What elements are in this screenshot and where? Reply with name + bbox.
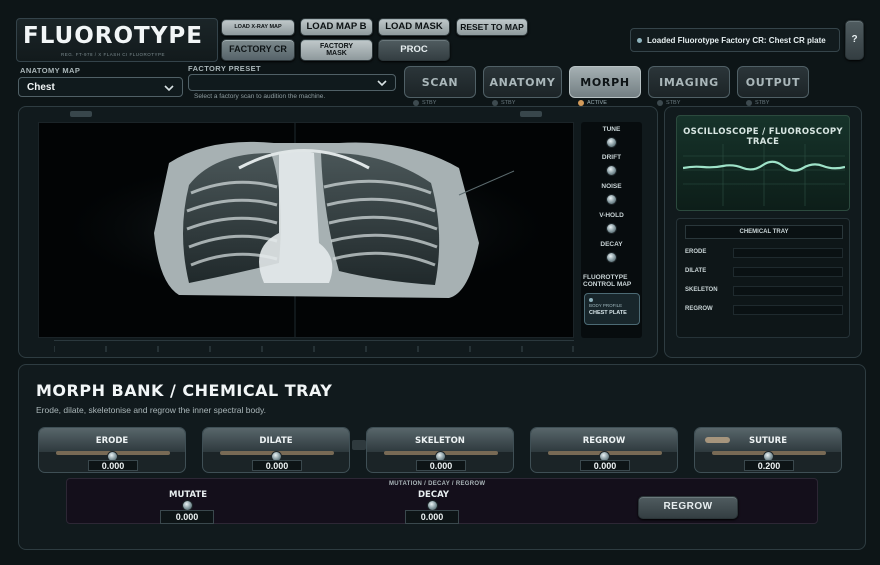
factory-mask-button[interactable]: FACTORY MASK (300, 39, 373, 61)
status-text: Loaded Fluorotype Factory CR: Chest CR p… (647, 35, 826, 45)
slot-label: SKELETON (367, 428, 513, 452)
tray-row-skeleton: SKELETON (685, 285, 843, 297)
morph-bank-subtitle: Erode, dilate, skeletonise and regrow th… (36, 405, 266, 415)
tab-morph[interactable]: MORPH (569, 66, 641, 98)
chest-xray-image (67, 123, 547, 337)
mutation-group-label: MUTATION / DECAY / REGROW (389, 481, 486, 487)
knob-label-vhold: V-HOLD (599, 212, 624, 219)
chemical-tray-panel: CHEMICAL TRAY ERODE DILATE SKELETON REGR… (676, 218, 850, 338)
tab-scan[interactable]: SCAN (404, 66, 476, 98)
factory-cr-button[interactable]: FACTORY CR (221, 39, 295, 61)
slot-label: REGROW (531, 428, 677, 452)
slot-link-connector (352, 440, 366, 450)
erode-value[interactable]: 0.000 (88, 460, 138, 471)
tray-row-label: REGROW (685, 306, 713, 312)
knob-label-noise: NOISE (601, 183, 622, 190)
status-dot-icon (637, 37, 642, 43)
slot-regrow: REGROW 0.000 (530, 427, 678, 473)
decay-knob[interactable] (606, 252, 617, 263)
logo-box: FLUOROTYPE REG. FT-978 / X FLASH CI FLUO… (16, 18, 218, 62)
oscilloscope: OSCILLOSCOPE / FLUOROSCOPY TRACE (676, 115, 850, 211)
tray-title: CHEMICAL TRAY (685, 225, 843, 239)
factory-preset-select[interactable] (188, 74, 396, 91)
slot-label: ERODE (39, 428, 185, 452)
viewer-ruler (53, 340, 574, 352)
load-xray-map-button[interactable]: LOAD X-RAY MAP (221, 19, 295, 36)
slot-suture: SUTURE 0.200 (694, 427, 842, 473)
factory-preset-hint: Select a factory scan to audition the ma… (194, 93, 326, 100)
tray-meter (733, 267, 843, 277)
tab-anatomy[interactable]: ANATOMY (483, 66, 562, 98)
regrow-button[interactable]: REGROW (638, 496, 738, 519)
slot-erode: ERODE 0.000 (38, 427, 186, 473)
decay-label: DECAY (418, 490, 450, 500)
anatomy-map-select[interactable]: Chest (18, 77, 183, 97)
tray-row-regrow: REGROW (685, 304, 843, 316)
noise-knob[interactable] (606, 194, 617, 205)
reset-to-map-button[interactable]: RESET TO MAP (456, 18, 528, 36)
proc-button[interactable]: PROC (378, 39, 450, 61)
map-card-small: BODY PROFILE (589, 303, 623, 308)
regrow-value[interactable]: 0.000 (580, 460, 630, 471)
tray-row-dilate: DILATE (685, 266, 843, 278)
decay-value[interactable]: 0.000 (405, 510, 459, 524)
knob-label-drift: DRIFT (601, 154, 622, 161)
control-map-card[interactable]: BODY PROFILE CHEST PLATE (584, 293, 640, 325)
xray-viewer[interactable] (38, 122, 574, 338)
tune-knob[interactable] (606, 137, 617, 148)
suture-value[interactable]: 0.200 (744, 460, 794, 471)
vhold-knob[interactable] (606, 223, 617, 234)
control-map-label: FLUOROTYPE CONTROL MAP (583, 274, 632, 288)
mutate-value[interactable]: 0.000 (160, 510, 214, 524)
anatomy-map-value: Chest (27, 81, 55, 93)
dilate-value[interactable]: 0.000 (252, 460, 302, 471)
scope-trace (683, 144, 845, 206)
drift-knob[interactable] (606, 165, 617, 176)
mutate-label: MUTATE (169, 490, 208, 500)
app-title: FLUOROTYPE (23, 23, 203, 49)
tray-row-label: ERODE (685, 249, 707, 255)
skeleton-value[interactable]: 0.000 (416, 460, 466, 471)
led-icon (657, 100, 663, 106)
morph-bank-title: MORPH BANK / CHEMICAL TRAY (36, 381, 333, 400)
slot-label: DILATE (203, 428, 349, 452)
chevron-down-icon (164, 85, 174, 92)
tray-meter (733, 286, 843, 296)
chevron-down-icon (377, 80, 387, 87)
tray-row-label: DILATE (685, 268, 707, 274)
tray-row-label: SKELETON (685, 287, 718, 293)
anatomy-map-label: ANATOMY MAP (20, 66, 81, 75)
app-subtitle: REG. FT-978 / X FLASH CI FLUOROTYPE (61, 52, 166, 57)
factory-preset-label: FACTORY PRESET (188, 64, 261, 73)
tray-row-erode: ERODE (685, 247, 843, 259)
status-bar: Loaded Fluorotype Factory CR: Chest CR p… (630, 28, 840, 52)
control-column: TUNE DRIFT NOISE V-HOLD DECAY FLUOROTYPE… (581, 122, 642, 338)
tab-output[interactable]: OUTPUT (737, 66, 809, 98)
load-map-b-button[interactable]: LOAD MAP B (300, 18, 373, 36)
knob-label-tune: TUNE (602, 126, 621, 133)
load-mask-button[interactable]: LOAD MASK (378, 18, 450, 36)
knob-label-decay: DECAY (600, 241, 623, 248)
tab-imaging[interactable]: IMAGING (648, 66, 730, 98)
mutation-panel: MUTATE 0.000 MUTATION / DECAY / REGROW D… (66, 478, 818, 524)
viewer-handle-left[interactable] (70, 111, 92, 117)
slot-dilate: DILATE 0.000 (202, 427, 350, 473)
map-card-value: CHEST PLATE (589, 310, 627, 316)
help-button[interactable]: ? (845, 20, 864, 60)
slot-skeleton: SKELETON 0.000 (366, 427, 514, 473)
tray-meter (733, 248, 843, 258)
ruler-ticks (53, 346, 574, 352)
suture-toggle[interactable] (705, 437, 730, 443)
viewer-handle-right[interactable] (520, 111, 542, 117)
tray-meter (733, 305, 843, 315)
map-dot-icon (589, 298, 593, 302)
